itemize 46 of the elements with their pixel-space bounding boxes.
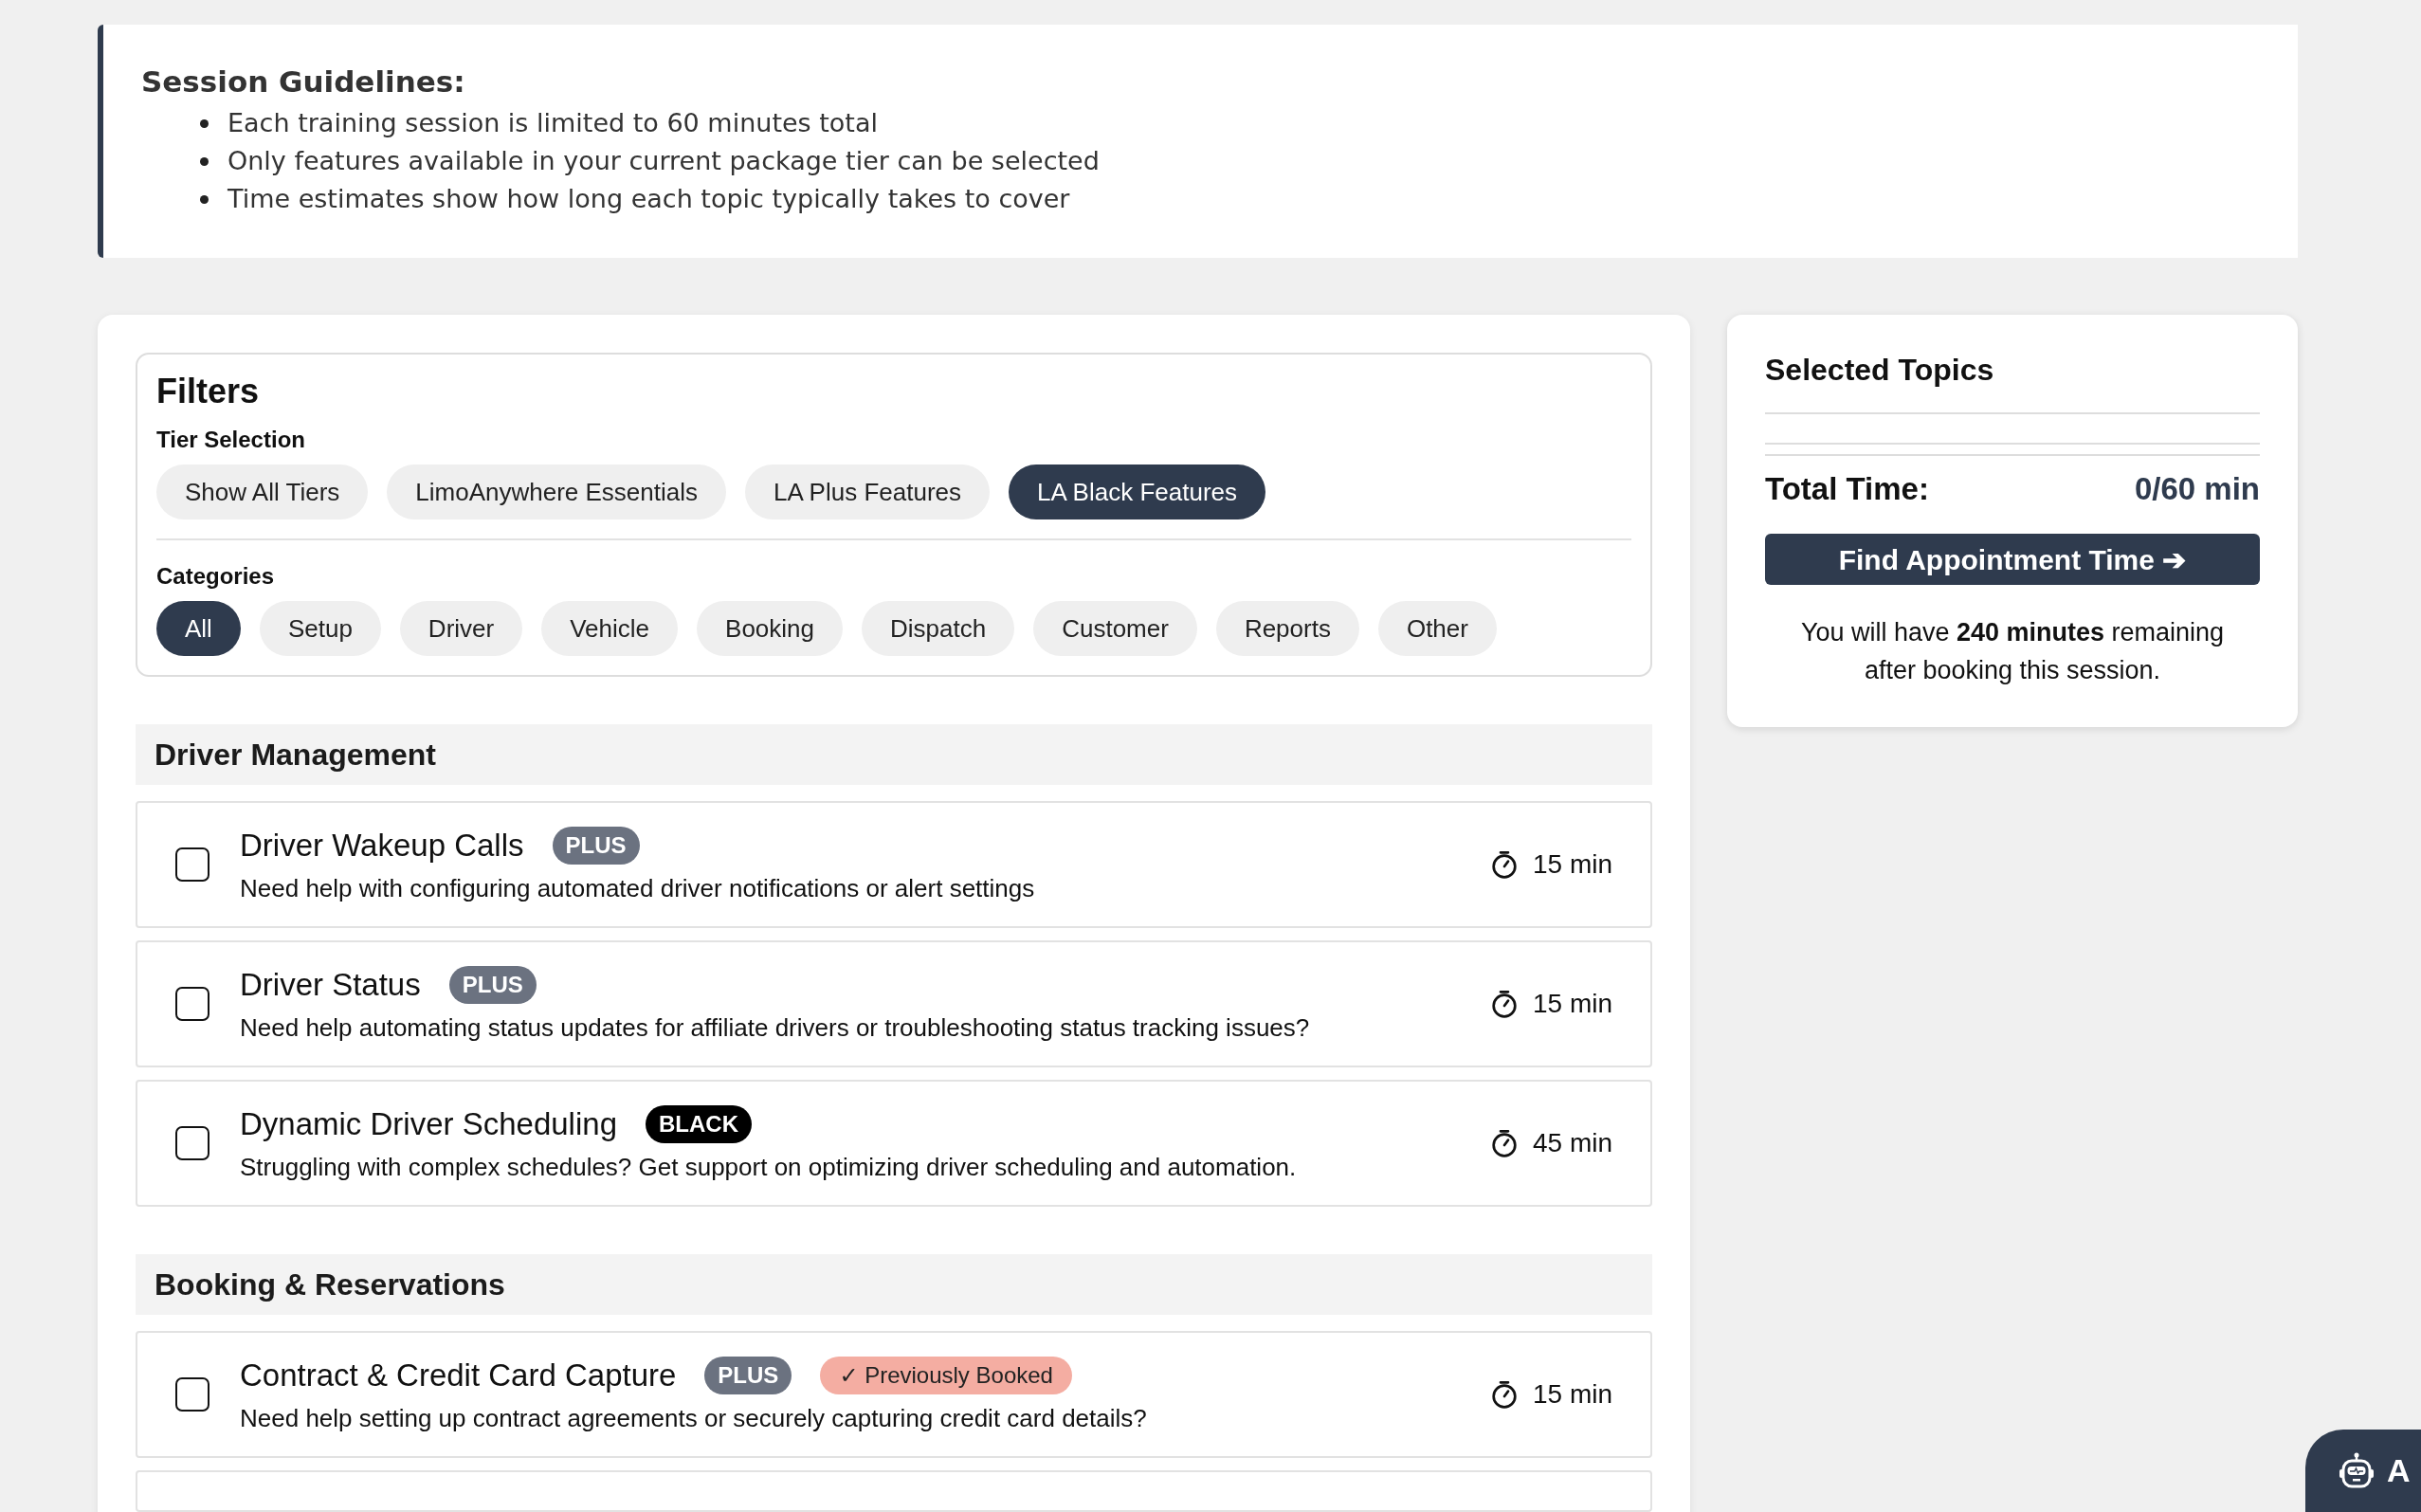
topic-description: Struggling with complex schedules? Get support on optimizing driver scheduling and automation. <box>240 1152 1298 1182</box>
topic-title: Driver Status <box>240 966 421 1003</box>
topic-description: Need help automating status updates for affiliate drivers or troubleshooting status tracking issues? <box>240 1012 1311 1043</box>
total-value: 0/60 min <box>2134 471 2260 507</box>
tier-chip[interactable]: LA Plus Features <box>745 465 990 519</box>
duration-text: 15 min <box>1532 1379 1612 1410</box>
guideline-text: Only features available in your current package tier can be selected <box>228 145 1100 177</box>
category-chip[interactable]: All <box>156 601 241 656</box>
remaining-note: You will have 240 minutes remaining after booking this session. <box>1799 617 2226 686</box>
guidelines-title: Session Guidelines: <box>141 64 466 99</box>
section-heading: Booking & Reservations <box>136 1254 1652 1315</box>
tier-chip[interactable]: LimoAnywhere Essentials <box>387 465 726 519</box>
topic-title: Dynamic Driver Scheduling <box>240 1105 617 1142</box>
tier-chip[interactable]: LA Black Features <box>1009 465 1265 519</box>
category-chip[interactable]: Vehicle <box>541 601 679 656</box>
assistant-label: A <box>2387 1452 2411 1489</box>
topic-description: Need help setting up contract agreements or securely capturing credit card details? <box>240 1403 1148 1433</box>
duration-text: 45 min <box>1532 1128 1612 1158</box>
duration-text: 15 min <box>1532 989 1612 1019</box>
tier-tag: PLUS <box>448 965 537 1004</box>
category-chip[interactable]: Other <box>1377 601 1497 656</box>
summary-title: Selected Topics <box>1765 353 1995 388</box>
category-chip[interactable]: Setup <box>259 601 381 656</box>
guideline-text: Each training session is limited to 60 minutes total <box>228 107 878 139</box>
category-chip[interactable]: Booking <box>697 601 843 656</box>
section-heading: Driver Management <box>136 724 1652 785</box>
topic-title: Contract & Credit Card Capture <box>240 1357 677 1394</box>
topic-description: Need help with configuring automated driver notifications or alert settings <box>240 873 1036 903</box>
tier-tag: PLUS <box>552 826 640 865</box>
group-label: Tier Selection <box>156 427 306 453</box>
total-label: Total Time: <box>1765 471 1929 507</box>
category-chip[interactable]: Customer <box>1033 601 1197 656</box>
filters-title: Filters <box>156 372 261 411</box>
topic-title: Driver Wakeup Calls <box>240 827 524 864</box>
assistant-button[interactable]: A <box>2305 1430 2421 1512</box>
booked-tag: ✓ Previously Booked <box>820 1356 1072 1394</box>
group-label: Categories <box>156 563 276 590</box>
tier-chip[interactable]: Show All Tiers <box>156 465 369 519</box>
category-chip[interactable]: Reports <box>1215 601 1359 656</box>
tier-tag: PLUS <box>704 1356 792 1394</box>
find-appointment-button[interactable]: Find Appointment Time ➔ <box>1765 534 2260 585</box>
duration-text: 15 min <box>1532 849 1612 880</box>
category-chip[interactable]: Driver <box>399 601 523 656</box>
category-chip[interactable]: Dispatch <box>862 601 1015 656</box>
guideline-text: Time estimates show how long each topic typically takes to cover <box>228 183 1070 215</box>
tier-tag: BLACK <box>646 1104 752 1143</box>
